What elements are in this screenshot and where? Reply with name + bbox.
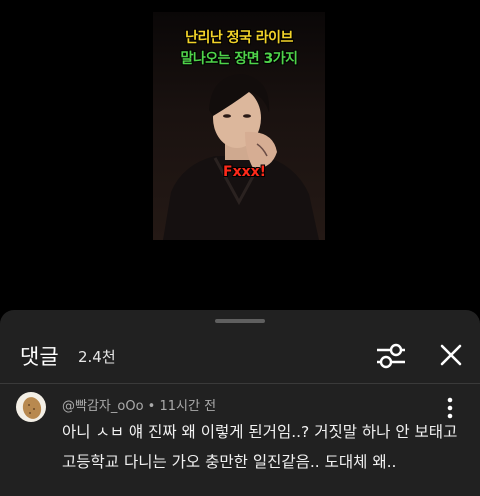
sliders-icon	[377, 343, 405, 369]
sort-filter-button[interactable]	[374, 339, 408, 373]
comment-author[interactable]: @빡감자_oOo	[62, 399, 144, 414]
meta-separator: •	[147, 399, 156, 414]
close-icon	[440, 344, 462, 366]
comment-meta: @빡감자_oOo • 11시간 전	[62, 395, 216, 414]
comments-count: 2.4천	[78, 348, 116, 366]
comment-time: 11시간 전	[159, 399, 217, 414]
close-button[interactable]	[436, 340, 466, 370]
video-player[interactable]: 난리난 정국 라이브 말나오는 장면 3가지 Fxxx!	[0, 0, 480, 310]
thumbnail-person-image	[163, 74, 319, 240]
comment-text: 아니 ㅅㅂ 얘 진짜 왜 이렇게 된거임..? 거짓말 하나 안 보태고 고등학…	[62, 423, 458, 471]
video-thumbnail[interactable]: 난리난 정국 라이브 말나오는 장면 3가지 Fxxx!	[153, 12, 325, 240]
comments-title: 댓글	[20, 345, 59, 369]
divider	[0, 383, 480, 384]
comments-sheet: 댓글 2.4천 @빡감자_oOo • 11시간 전 아니 ㅅㅂ 얘 진짜 왜 이…	[0, 310, 480, 496]
thumbnail-caption: Fxxx!	[223, 164, 267, 180]
thumbnail-title-line2: 말나오는 장면 3가지	[180, 51, 298, 67]
drag-handle[interactable]	[215, 319, 265, 323]
thumbnail-title-line1: 난리난 정국 라이브	[185, 30, 293, 46]
user-avatar[interactable]	[16, 392, 46, 422]
potato-avatar-icon	[22, 397, 42, 419]
